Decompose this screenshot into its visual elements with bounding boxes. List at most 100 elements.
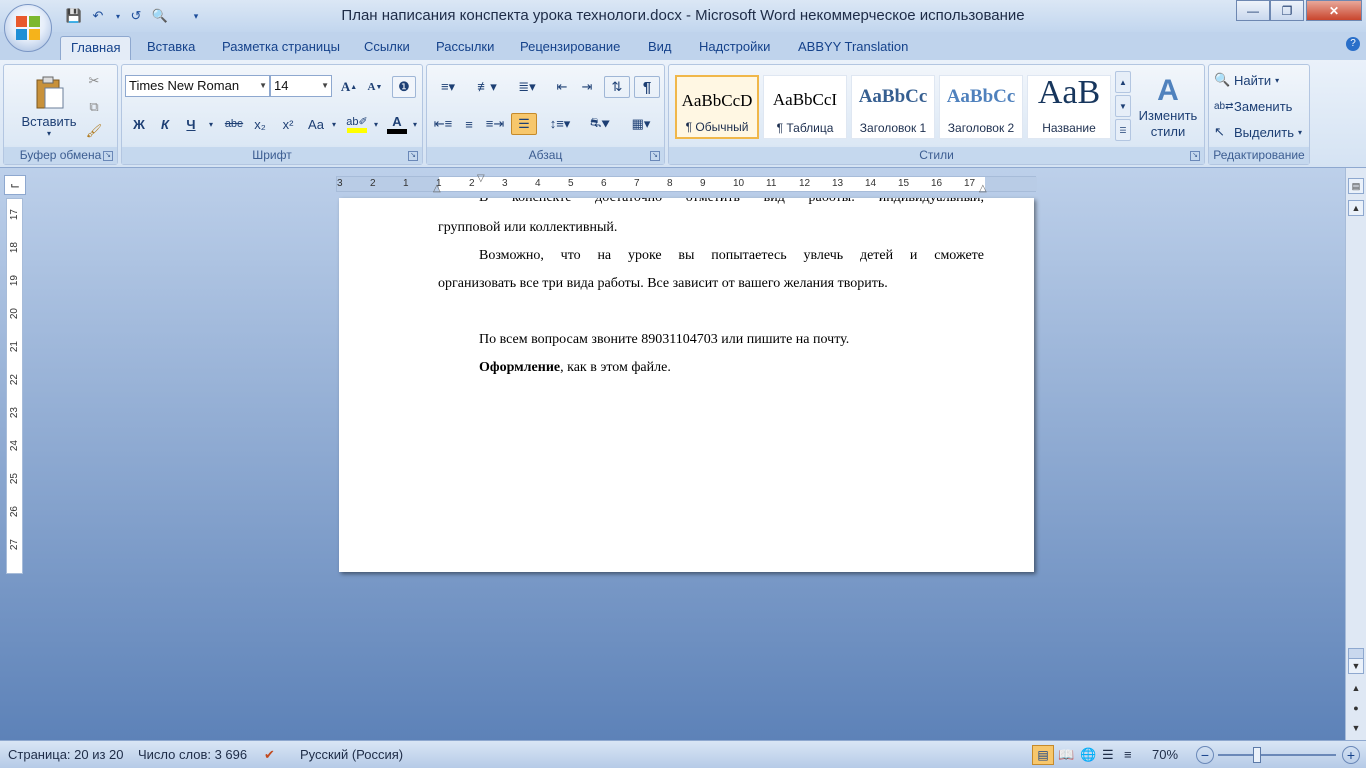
font-launcher-icon[interactable]: ↘ [408,151,418,161]
format-painter-icon[interactable]: 🖌 [84,121,104,141]
styles-scroll-up-icon[interactable]: ▲ [1115,71,1131,93]
left-indent-marker[interactable]: △ [433,183,441,194]
show-formatting-button[interactable]: ¶ [634,76,660,98]
select-button[interactable]: ↖ Выделить ▾ [1213,121,1307,143]
grow-font-button[interactable]: A ▲ [337,76,361,98]
next-page-icon[interactable]: ▼ [1348,720,1364,736]
highlight-button[interactable]: ab✐ [344,111,370,137]
paste-button[interactable]: Вставить ▾ [12,69,86,145]
style-table[interactable]: AaBbCcI ¶ Таблица [763,75,847,139]
tab-references[interactable]: Ссылки [354,36,420,60]
sort-icon[interactable]: ⇅ [604,76,630,98]
cursor-icon: ↖ [1214,124,1225,139]
zoom-out-icon[interactable]: − [1196,746,1214,764]
zoom-in-icon[interactable]: + [1342,746,1360,764]
bullets-icon[interactable]: ≡▾ [431,76,465,98]
font-name-combo[interactable]: Times New Roman ▼ [125,75,270,97]
browse-object-icon[interactable]: ● [1348,700,1364,716]
style-heading-1[interactable]: AaBbCc Заголовок 1 [851,75,935,139]
style-normal[interactable]: AaBbCcD ¶ Обычный [675,75,759,139]
tab-view[interactable]: Вид [638,36,682,60]
scroll-down-icon[interactable]: ▼ [1348,658,1364,674]
page-indicator[interactable]: Страница: 20 из 20 [8,747,124,762]
vertical-scrollbar[interactable]: ▤ ▲ ▼ ▲ ● ▼ [1345,168,1366,740]
font-color-dropdown-icon[interactable]: ▾ [409,113,421,135]
document-page[interactable]: В конспекте достаточно отметить вид рабо… [339,198,1034,572]
styles-scroll-down-icon[interactable]: ▼ [1115,95,1131,117]
bold-button[interactable]: Ж [127,113,151,135]
zoom-slider-thumb[interactable] [1253,747,1262,763]
numbering-icon[interactable]: ≢▾ [469,76,505,98]
decrease-indent-icon[interactable]: ⇤ [550,76,574,98]
ribbon-tabs: Главная Вставка Разметка страницы Ссылки… [0,32,1366,60]
change-case-dropdown-icon[interactable]: ▾ [328,113,340,135]
underline-dropdown-icon[interactable]: ▾ [205,113,217,135]
clipboard-group-label: Буфер обмена [4,147,117,164]
horizontal-ruler[interactable]: 3 2 1 1 2 3 4 5 6 7 8 9 10 11 12 13 14 15 16 17 ▽ △ △ [336,173,1037,194]
tab-insert[interactable]: Вставка [137,36,205,60]
clear-formatting-icon[interactable]: ❶ [392,76,416,98]
highlight-dropdown-icon[interactable]: ▾ [370,113,382,135]
style-heading-2[interactable]: AaBbCc Заголовок 2 [939,75,1023,139]
borders-icon[interactable]: ▦▾ [623,113,659,135]
shrink-font-button[interactable]: A ▼ [363,76,387,98]
first-line-indent-marker[interactable]: ▽ [477,173,485,184]
tab-page-layout[interactable]: Разметка страницы [212,36,350,60]
style-title[interactable]: AaB Название [1027,74,1111,139]
change-styles-button[interactable]: A Изменить стили [1135,69,1201,145]
word-count[interactable]: Число слов: 3 696 [138,747,247,762]
outline-view-icon[interactable]: ☰ [1102,747,1114,763]
tab-mailings[interactable]: Рассылки [426,36,504,60]
align-center-icon[interactable]: ≡ [457,113,481,135]
paragraph-launcher-icon[interactable]: ↘ [650,151,660,161]
clipboard-launcher-icon[interactable]: ↘ [103,151,113,161]
shading-icon[interactable]: ⛐▾ [582,113,618,135]
align-left-icon[interactable]: ⇤≡ [431,113,455,135]
web-layout-icon[interactable]: 🌐 [1080,747,1096,763]
tab-abbyy[interactable]: ABBYY Translation [788,36,918,60]
tab-stop-selector[interactable]: ⌙ [4,175,26,195]
right-indent-marker[interactable]: △ [979,183,987,194]
print-layout-icon[interactable]: ▤ [1032,745,1054,765]
previous-page-icon[interactable]: ▲ [1348,680,1364,696]
vertical-ruler[interactable]: 17 18 19 20 21 22 23 24 25 26 27 [6,198,23,574]
paste-dropdown-icon[interactable]: ▾ [47,129,51,138]
ruler-number: 18 [9,242,20,254]
zoom-level[interactable]: 70% [1152,747,1178,762]
change-case-button[interactable]: Aa [304,113,328,135]
help-icon[interactable]: ? [1346,37,1360,51]
tab-review[interactable]: Рецензирование [510,36,630,60]
strikethrough-button[interactable]: abe [222,113,246,135]
language-indicator[interactable]: Русский (Россия) [300,747,403,762]
find-button[interactable]: 🔍 Найти ▾ [1213,69,1307,91]
increase-indent-icon[interactable]: ⇥ [575,76,599,98]
draft-view-icon[interactable]: ≡ [1124,747,1132,762]
ruler-number: 26 [9,506,20,518]
maximize-button[interactable]: ❐ [1270,0,1304,21]
justify-icon[interactable]: ☰ [511,113,537,135]
multilevel-list-icon[interactable]: ≣▾ [509,76,545,98]
proofing-icon[interactable]: ✔ [264,747,275,763]
ruler-toggle-icon[interactable]: ▤ [1348,178,1364,194]
scroll-up-icon[interactable]: ▲ [1348,200,1364,216]
line-spacing-icon[interactable]: ↕≡▾ [543,113,577,135]
replace-button[interactable]: ab⇄ Заменить [1213,95,1307,117]
superscript-button[interactable]: x² [276,113,300,135]
office-button[interactable] [4,4,52,52]
cut-icon[interactable]: ✂ [84,71,104,91]
styles-more-icon[interactable]: ☰ [1115,119,1131,141]
tab-home[interactable]: Главная [60,36,132,60]
subscript-button[interactable]: x₂ [248,113,272,135]
italic-button[interactable]: К [153,113,177,135]
styles-launcher-icon[interactable]: ↘ [1190,151,1200,161]
full-reading-icon[interactable]: 📖 [1058,747,1074,763]
close-button[interactable]: ✕ [1306,0,1362,21]
underline-button[interactable]: Ч [179,113,203,135]
font-color-button[interactable]: A [384,111,410,137]
copy-icon[interactable]: ⧉ [84,97,104,117]
tab-addins[interactable]: Надстройки [689,36,780,60]
minimize-button[interactable]: — [1236,0,1270,21]
font-size-combo[interactable]: 14 ▼ [270,75,332,97]
align-right-icon[interactable]: ≡⇥ [483,113,507,135]
zoom-slider-track[interactable] [1218,754,1336,756]
